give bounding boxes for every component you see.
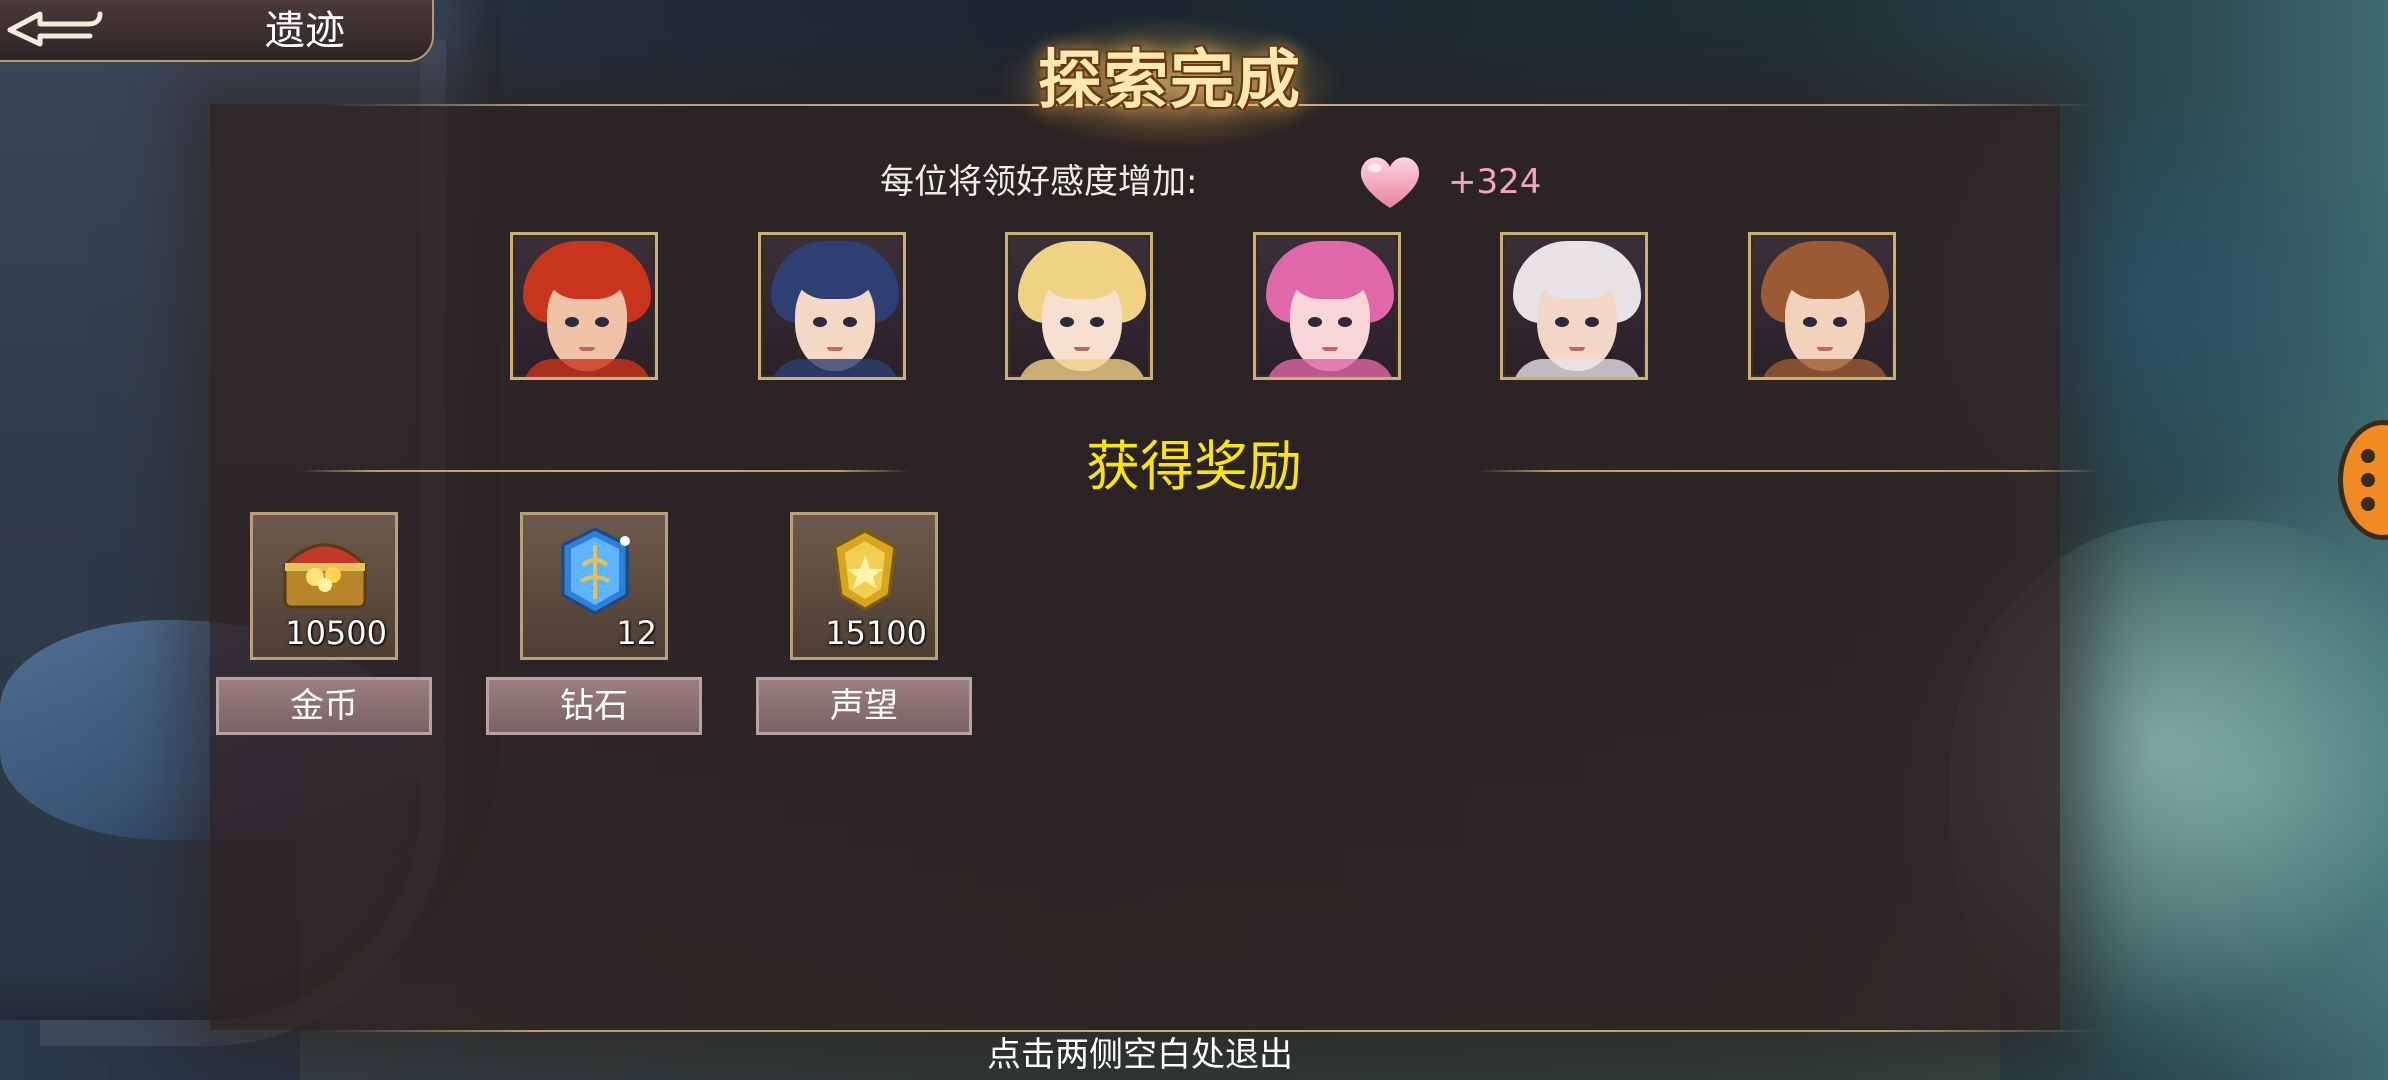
hero-mouth <box>1074 347 1090 351</box>
hero-portrait-4[interactable] <box>1253 232 1401 380</box>
hero-portrait-5[interactable] <box>1500 232 1648 380</box>
exit-hint: 点击两侧空白处退出 <box>987 1035 1293 1075</box>
reward-count: 10500 <box>285 614 387 652</box>
hero-shoulders <box>1018 359 1146 377</box>
affection-value: +324 <box>1448 162 1542 202</box>
hero-eye <box>1308 317 1322 327</box>
exploration-complete-banner: 探索完成 <box>1000 18 1340 148</box>
reward-item-diamond[interactable]: 12 <box>520 512 668 660</box>
hero-eye <box>565 317 579 327</box>
hero-eye <box>1585 317 1599 327</box>
hero-eye <box>1555 317 1569 327</box>
gold-medal-icon <box>833 529 897 611</box>
hero-eye <box>1060 317 1074 327</box>
hero-mouth <box>827 347 843 351</box>
blue-crystal-icon <box>561 527 630 615</box>
banner-title: 探索完成 <box>1038 44 1302 118</box>
rewards-title: 获得奖励 <box>1086 435 1302 498</box>
hero-mouth <box>1569 347 1585 351</box>
back-arrow-icon <box>7 11 103 47</box>
hero-eye <box>595 317 609 327</box>
hero-portrait-6[interactable] <box>1748 232 1896 380</box>
reward-label-prestige: 声望 <box>756 677 972 735</box>
reward-count: 15100 <box>825 614 927 652</box>
hero-portrait-1[interactable] <box>510 232 658 380</box>
affection-label: 每位将领好感度增加: <box>880 162 1198 202</box>
hero-eye <box>1803 317 1817 327</box>
hero-shoulders <box>523 359 651 377</box>
hero-portrait-3[interactable] <box>1005 232 1153 380</box>
hero-mouth <box>579 347 595 351</box>
heart-icon <box>1360 157 1420 208</box>
hero-shoulders <box>771 359 899 377</box>
reward-count: 12 <box>616 614 657 652</box>
hero-eye <box>843 317 857 327</box>
hero-mouth <box>1322 347 1338 351</box>
hero-portrait-2[interactable] <box>758 232 906 380</box>
hero-shoulders <box>1513 359 1641 377</box>
rewards-divider-left <box>300 470 910 472</box>
back-button[interactable] <box>0 0 200 58</box>
hero-eye <box>1090 317 1104 327</box>
hero-shoulders <box>1266 359 1394 377</box>
hero-mouth <box>1817 347 1833 351</box>
hero-shoulders <box>1761 359 1889 377</box>
hero-eye <box>813 317 827 327</box>
reward-item-gold[interactable]: 10500 <box>250 512 398 660</box>
treasure-chest-icon <box>281 543 369 609</box>
rewards-divider-right <box>1478 470 2098 472</box>
hero-eye <box>1338 317 1352 327</box>
reward-label-diamond: 钻石 <box>486 677 702 735</box>
hero-eye <box>1833 317 1847 327</box>
reward-item-prestige[interactable]: 15100 <box>790 512 938 660</box>
reward-label-gold: 金币 <box>216 677 432 735</box>
page-title: 遗迹 <box>265 8 345 54</box>
